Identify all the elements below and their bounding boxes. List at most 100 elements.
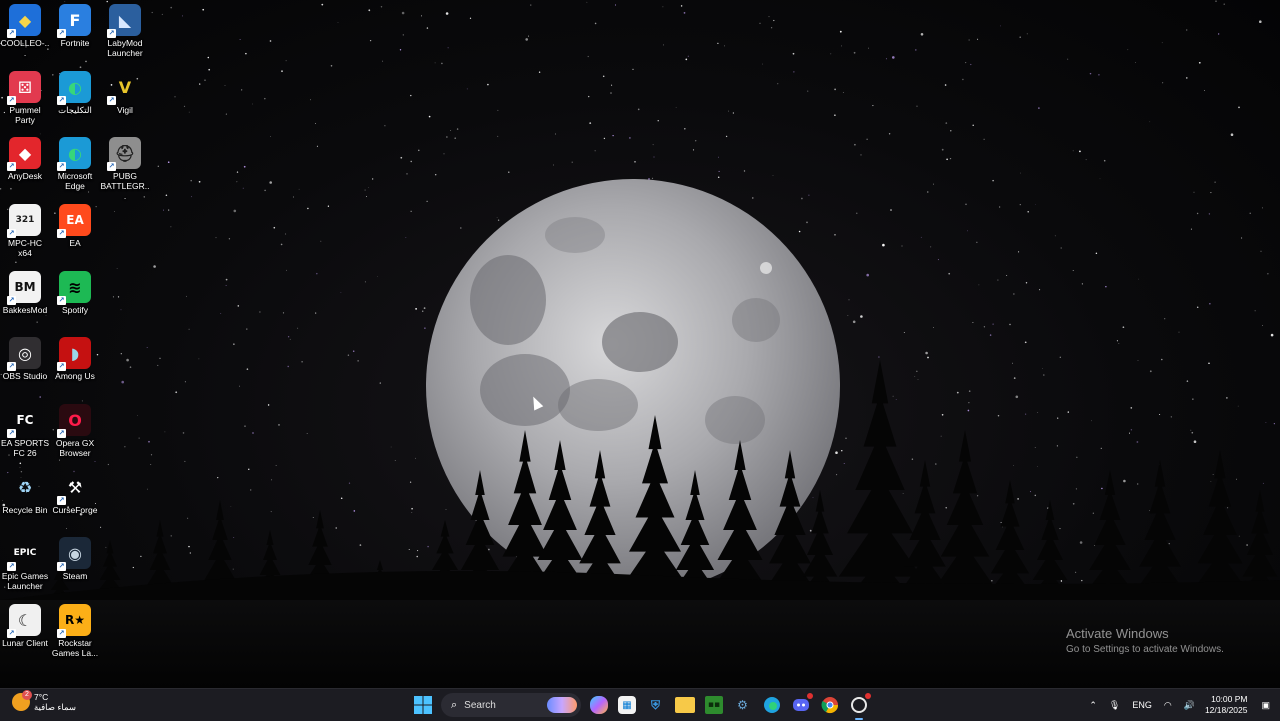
desktop-shortcut-edge[interactable]: ◐ ↗ التكليجات — [50, 67, 100, 115]
desktop-shortcut-labymod[interactable]: ◣ ↗ LabyMod Launcher — [100, 0, 150, 58]
star — [1094, 545, 1095, 546]
desktop-shortcut-lunar-client[interactable]: ☾ ↗ Lunar Client — [0, 600, 50, 648]
star — [170, 535, 172, 537]
shortcut-arrow-icon: ↗ — [57, 162, 66, 171]
star — [1273, 423, 1275, 425]
star — [841, 450, 843, 452]
weather-widget[interactable]: 2 7°C سماء صافية — [12, 690, 76, 712]
star — [836, 474, 838, 476]
desktop-shortcut-ea[interactable]: EA ↗ EA — [50, 200, 100, 248]
star — [364, 189, 366, 191]
star — [120, 309, 122, 311]
weather-badge: 2 — [22, 690, 32, 700]
app-button[interactable]: ⚙ — [731, 693, 755, 717]
file-explorer-button[interactable] — [675, 697, 695, 713]
minecraft-button[interactable]: ▪▪ — [705, 696, 723, 714]
desktop-shortcut-pubg[interactable]: ⛑ ↗ PUBG BATTLEGR... — [100, 133, 150, 201]
language-indicator[interactable]: ENG — [1132, 700, 1152, 710]
star — [411, 507, 413, 510]
edge-button[interactable] — [760, 693, 784, 717]
desktop-shortcut-fc26[interactable]: FC ↗ EA SPORTS FC 26 — [0, 400, 50, 458]
bakkesmod-icon: BM ↗ — [7, 271, 41, 305]
steam-icon: ◉ ↗ — [57, 537, 91, 571]
shortcut-arrow-icon: ↗ — [57, 29, 66, 38]
star — [459, 227, 462, 229]
desktop-shortcut-epic-games[interactable]: EPIC ↗ Epic Games Launcher — [0, 533, 50, 591]
desktop-shortcut-spotify[interactable]: ≋ ↗ Spotify — [50, 267, 100, 315]
star — [1137, 360, 1139, 361]
defender-button[interactable]: ⛨ — [644, 693, 668, 717]
star — [1122, 326, 1125, 329]
star — [662, 6, 664, 8]
star — [914, 49, 917, 51]
clock[interactable]: 10:00 PM 12/18/2025 — [1205, 694, 1248, 716]
star — [215, 237, 217, 239]
star — [217, 476, 219, 479]
desktop-shortcut-edge[interactable]: ◐ ↗ Microsoft Edge — [50, 133, 100, 191]
star — [1067, 411, 1070, 413]
desktop-shortcut-bakkesmod[interactable]: BM ↗ BakkesMod — [0, 267, 50, 315]
star — [588, 95, 590, 98]
star — [629, 137, 631, 139]
desktop-shortcut-mpc-hc[interactable]: 321 ↗ MPC-HC x64 — [0, 200, 50, 258]
star — [1162, 82, 1164, 84]
star — [653, 156, 655, 158]
star — [839, 30, 842, 33]
opera-button[interactable] — [847, 693, 871, 720]
star — [285, 60, 287, 62]
search-placeholder: Search — [464, 699, 496, 711]
chrome-button[interactable] — [818, 693, 842, 717]
search-box[interactable]: ⌕ Search — [441, 693, 581, 717]
star — [132, 566, 134, 569]
shortcut-arrow-icon: ↗ — [57, 429, 66, 438]
volume-icon[interactable]: 🔊 — [1184, 700, 1195, 711]
star — [927, 356, 929, 359]
star — [1019, 204, 1021, 206]
system-tray: ⌃ 🎙 ENG ◠ 🔊 10:00 PM 12/18/2025 ▣ — [1083, 689, 1280, 721]
desktop-shortcut-coolleo[interactable]: ◆ ↗ COOLLEO-... — [0, 0, 50, 58]
among-us-icon: ◗ ↗ — [57, 337, 91, 371]
star — [282, 312, 285, 314]
desktop-shortcut-recycle-bin[interactable]: ♻ Recycle Bin — [0, 467, 50, 516]
copilot-button[interactable] — [590, 696, 608, 714]
star — [1227, 507, 1229, 509]
star — [806, 221, 808, 224]
microphone-icon[interactable]: 🎙 — [1109, 700, 1120, 711]
star — [594, 150, 596, 152]
star — [1092, 512, 1094, 514]
star — [949, 157, 952, 160]
discord-button[interactable] — [789, 693, 813, 717]
star — [408, 549, 410, 550]
notifications-icon[interactable]: ▣ — [1261, 700, 1270, 711]
desktop-shortcut-vigil[interactable]: V ↗ Vigil — [100, 67, 150, 115]
desktop-shortcut-anydesk[interactable]: ◆ ↗ AnyDesk — [0, 133, 50, 181]
star — [233, 343, 235, 345]
desktop-shortcut-obs[interactable]: ◎ ↗ OBS Studio — [0, 333, 50, 381]
star — [188, 328, 190, 330]
star — [1215, 0, 1217, 2]
discord-icon — [792, 699, 809, 711]
star — [956, 391, 959, 394]
taskbar: 2 7°C سماء صافية ⌕ Search ▦ ⛨ ▪▪ ⚙ ⌃ 🎙 E… — [0, 688, 1280, 721]
wifi-icon[interactable]: ◠ — [1164, 700, 1172, 711]
star — [648, 178, 650, 180]
curseforge-icon: ⚒ ↗ — [57, 477, 83, 505]
star — [446, 136, 448, 138]
star — [903, 332, 905, 334]
star — [377, 276, 379, 277]
star — [1161, 358, 1163, 361]
start-button[interactable] — [411, 693, 435, 717]
star — [1076, 456, 1078, 458]
desktop-shortcut-pummel-party[interactable]: ⚄ ↗ Pummel Party — [0, 67, 50, 125]
star — [978, 284, 980, 286]
star — [878, 356, 880, 358]
desktop-shortcut-steam[interactable]: ◉ ↗ Steam — [50, 533, 100, 581]
desktop-shortcut-curseforge[interactable]: ⚒ ↗ CurseForge — [50, 467, 100, 516]
desktop-shortcut-opera-gx[interactable]: O ↗ Opera GX Browser — [50, 400, 100, 458]
desktop-shortcut-among-us[interactable]: ◗ ↗ Among Us — [50, 333, 100, 381]
chevron-up-icon[interactable]: ⌃ — [1089, 700, 1097, 711]
star — [1081, 579, 1083, 582]
desktop-shortcut-rockstar[interactable]: R★ ↗ Rockstar Games La... — [50, 600, 100, 658]
store-button[interactable]: ▦ — [618, 696, 636, 714]
desktop-shortcut-fortnite[interactable]: F ↗ Fortnite — [50, 0, 100, 48]
